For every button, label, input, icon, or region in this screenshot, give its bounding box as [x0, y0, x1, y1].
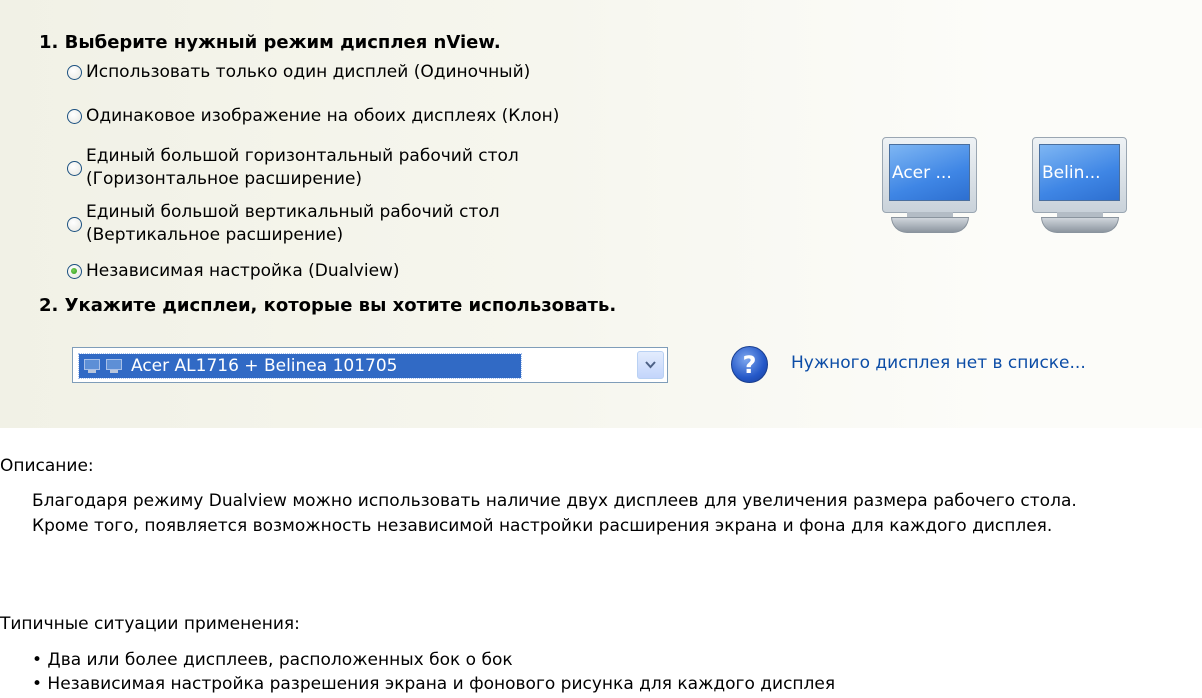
radio-button[interactable]	[67, 216, 82, 232]
monitor-icon: Acer ...	[882, 137, 977, 213]
dropdown-button[interactable]	[637, 351, 664, 379]
monitor-icon: Belin...	[1032, 137, 1127, 213]
radio-label-dualview: Независимая настройка (Dualview)	[86, 261, 400, 281]
radio-single[interactable]: Использовать только один дисплей (Одиноч…	[67, 62, 530, 82]
radio-label-vertical-line1: Единый большой вертикальный рабочий стол	[86, 202, 500, 222]
description-line-2: Кроме того, появляется возможность незав…	[32, 516, 1053, 536]
monitor-1[interactable]: Acer ...	[882, 137, 979, 237]
missing-display-link[interactable]: Нужного дисплея нет в списке...	[791, 353, 1086, 373]
display-select-text: Acer AL1716 + Belinea 101705	[131, 356, 398, 376]
radio-horizontal-span[interactable]: Единый большой горизонтальный рабочий ст…	[67, 145, 519, 191]
radio-label-vertical-line2: (Вертикальное расширение)	[86, 225, 344, 245]
radio-clone[interactable]: Одинаковое изображение на обоих дисплеях…	[67, 106, 559, 126]
chevron-down-icon	[645, 361, 656, 369]
question-mark-icon[interactable]: ?	[731, 346, 768, 383]
radio-label-single: Использовать только один дисплей (Одиноч…	[86, 62, 531, 82]
radio-button[interactable]	[67, 108, 82, 124]
step2-heading: 2. Укажите дисплеи, которые вы хотите ис…	[39, 295, 617, 316]
radio-button-checked[interactable]	[67, 263, 82, 279]
description-label: Описание:	[0, 456, 94, 476]
usage-label: Типичные ситуации применения:	[0, 614, 300, 634]
display-select-value: Acer AL1716 + Belinea 101705	[78, 353, 522, 379]
description-line-1: Благодаря режиму Dualview можно использо…	[32, 491, 1077, 511]
monitor-icon	[83, 358, 101, 374]
monitor-icon	[105, 358, 123, 374]
usage-item: • Независимая настройка разрешения экран…	[32, 674, 836, 694]
options-panel: 1. Выберите нужный режим дисплея nView. …	[0, 0, 1202, 428]
monitor-1-label: Acer ...	[889, 144, 970, 201]
display-select[interactable]: Acer AL1716 + Belinea 101705	[72, 347, 668, 383]
radio-button[interactable]	[67, 64, 82, 80]
radio-vertical-span[interactable]: Единый большой вертикальный рабочий стол…	[67, 201, 500, 247]
usage-item: • Два или более дисплеев, расположенных …	[32, 650, 513, 670]
monitor-2[interactable]: Belin...	[1032, 137, 1129, 237]
radio-button[interactable]	[67, 160, 82, 176]
radio-label-horizontal-line1: Единый большой горизонтальный рабочий ст…	[86, 146, 519, 166]
radio-dualview[interactable]: Независимая настройка (Dualview)	[67, 261, 400, 281]
monitor-stand	[891, 217, 969, 233]
monitor-2-label: Belin...	[1039, 144, 1120, 201]
radio-label-horizontal-line2: (Горизонтальное расширение)	[86, 169, 363, 189]
radio-label-clone: Одинаковое изображение на обоих дисплеях…	[86, 106, 560, 126]
step1-heading: 1. Выберите нужный режим дисплея nView.	[39, 32, 501, 53]
monitor-stand	[1041, 217, 1119, 233]
